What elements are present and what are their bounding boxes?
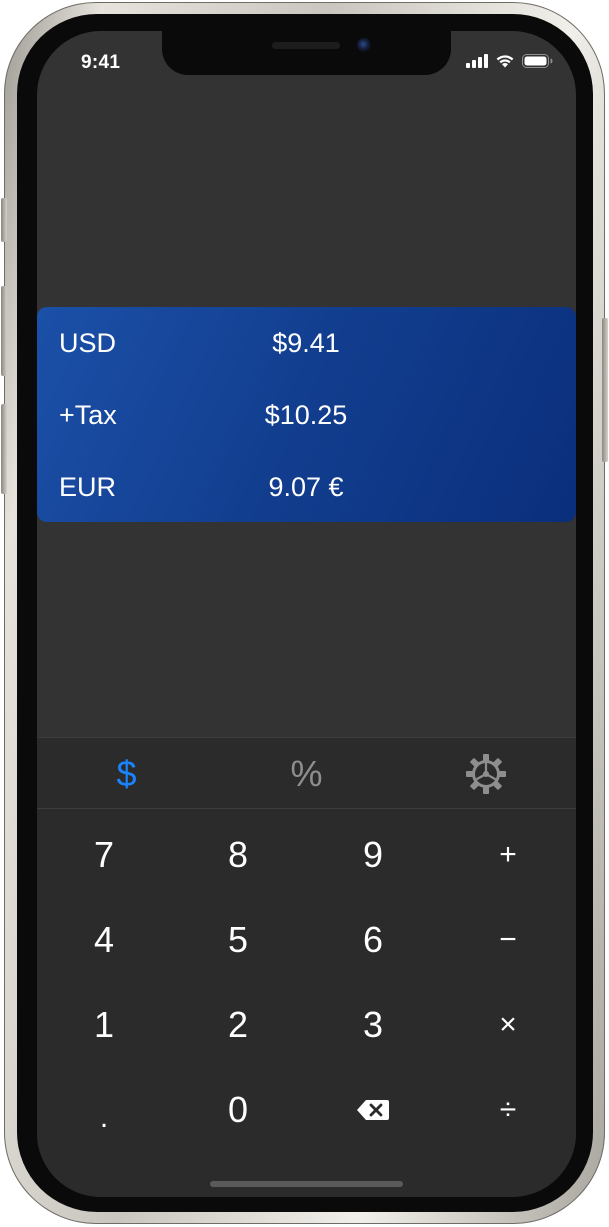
- key-divide[interactable]: ÷: [441, 1068, 575, 1152]
- battery-icon: [522, 53, 553, 68]
- result-value: 9.07 €: [268, 472, 344, 502]
- key-label: 6: [362, 919, 384, 960]
- key-4[interactable]: 4: [37, 898, 171, 982]
- mode-bar: $ %: [37, 737, 576, 809]
- cellular-signal-icon: [466, 53, 488, 68]
- key-8[interactable]: 8: [171, 813, 305, 897]
- gear-icon: [465, 754, 506, 794]
- key-label: 9: [362, 834, 384, 875]
- key-label: 2: [227, 1004, 249, 1045]
- key-2[interactable]: 2: [171, 983, 305, 1067]
- currency-mode-button[interactable]: $: [37, 738, 216, 810]
- key-label: 1: [93, 1004, 115, 1045]
- volume-down-button: [1, 404, 7, 494]
- status-time: 9:41: [81, 52, 121, 73]
- status-icons: [466, 53, 553, 68]
- conversion-results-card: USD $9.41 +Tax $10.25 EUR 9.07 €: [37, 307, 576, 522]
- key-multiply[interactable]: ×: [441, 983, 575, 1067]
- key-decimal[interactable]: .: [37, 1068, 171, 1152]
- volume-up-button: [1, 286, 7, 376]
- power-button: [602, 318, 608, 462]
- home-indicator[interactable]: [210, 1181, 403, 1187]
- result-row-usd[interactable]: USD $9.41: [37, 323, 576, 363]
- result-value: $10.25: [264, 400, 348, 430]
- key-label: 3: [362, 1004, 384, 1045]
- key-0[interactable]: 0: [171, 1068, 305, 1152]
- result-row-tax[interactable]: +Tax $10.25: [37, 395, 576, 435]
- backspace-button[interactable]: [306, 1068, 440, 1152]
- percent-icon: %: [290, 753, 323, 794]
- result-label: EUR: [59, 472, 117, 502]
- key-label: 8: [227, 834, 249, 875]
- result-label: USD: [59, 328, 117, 358]
- key-9[interactable]: 9: [306, 813, 440, 897]
- key-1[interactable]: 1: [37, 983, 171, 1067]
- app-screen: 9:41 USD $9.41 +Tax $10.25 EUR 9.07 € $ …: [37, 31, 576, 1197]
- key-label: 0: [227, 1089, 249, 1130]
- keypad: $ % 7 8 9 + 4 5 6 − 1 2 3 × . 0 ÷: [37, 737, 576, 1197]
- notch: [162, 31, 451, 75]
- dollar-icon: $: [116, 753, 137, 794]
- key-label: 7: [93, 834, 115, 875]
- key-7[interactable]: 7: [37, 813, 171, 897]
- key-minus[interactable]: −: [441, 898, 575, 982]
- key-label: .: [99, 1101, 109, 1134]
- wifi-icon: [496, 55, 514, 68]
- key-plus[interactable]: +: [441, 813, 575, 897]
- key-5[interactable]: 5: [171, 898, 305, 982]
- backspace-icon: [357, 1100, 389, 1120]
- key-label: 5: [227, 919, 249, 960]
- result-value: $9.41: [272, 328, 340, 358]
- key-3[interactable]: 3: [306, 983, 440, 1067]
- earpiece-speaker: [272, 42, 340, 49]
- key-6[interactable]: 6: [306, 898, 440, 982]
- key-label: 4: [93, 919, 115, 960]
- key-label: ×: [499, 1008, 517, 1041]
- key-label: +: [499, 838, 517, 871]
- key-label: ÷: [499, 1093, 517, 1126]
- result-row-eur[interactable]: EUR 9.07 €: [37, 467, 576, 507]
- percent-mode-button[interactable]: %: [217, 738, 396, 810]
- silent-switch: [1, 198, 7, 242]
- result-label: +Tax: [59, 400, 117, 430]
- front-camera: [357, 38, 371, 52]
- key-label: −: [499, 923, 517, 956]
- settings-button[interactable]: [396, 738, 575, 810]
